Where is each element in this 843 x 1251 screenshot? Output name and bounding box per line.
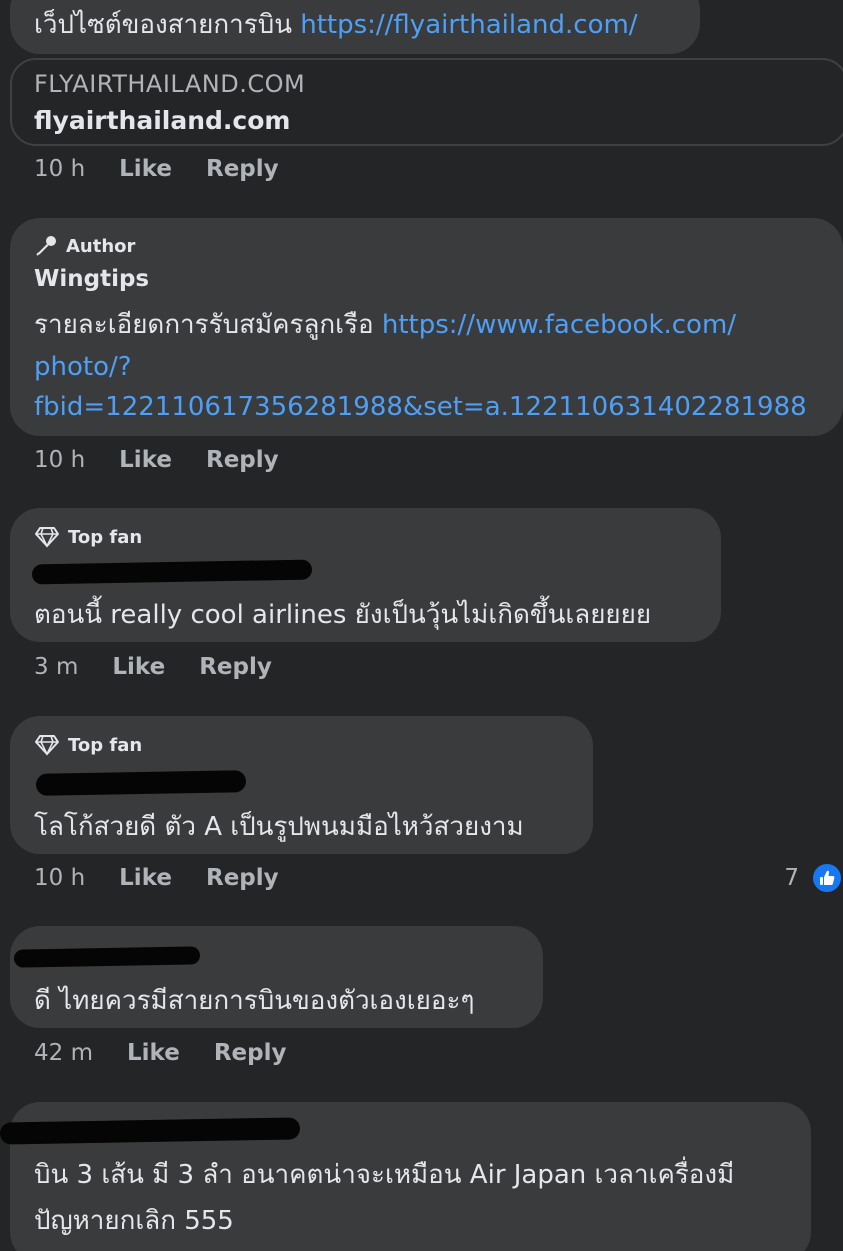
author-badge-label: Author xyxy=(66,235,136,257)
top-fan-badge: Top fan xyxy=(34,734,142,756)
comment-actions: 10 h Like Reply xyxy=(34,447,313,473)
comment-bubble: เว็ปไซต์ของสายการบิน https://flyairthail… xyxy=(10,0,700,54)
comment-text: โลโก้สวยดี ตัว A เป็นรูปพนมมือไหว้สวยงาม xyxy=(34,812,524,842)
reply-button[interactable]: Reply xyxy=(206,865,279,891)
like-button[interactable]: Like xyxy=(119,156,172,182)
top-fan-badge: Top fan xyxy=(34,526,142,548)
comment-bubble: Top fan โลโก้สวยดี ตัว A เป็นรูปพนมมือไห… xyxy=(10,716,593,854)
comment-text-body: เว็ปไซต์ของสายการบิน xyxy=(34,10,292,40)
comment-actions: 3 m Like Reply xyxy=(34,654,306,680)
comment-text: ตอนนี้ really cool airlines ยังเป็นวุ้นไ… xyxy=(34,600,652,630)
redacted-name xyxy=(35,770,247,796)
comment-bubble: ดี ไทยควรมีสายการบินของตัวเองเยอะๆ xyxy=(10,926,543,1028)
comment-link[interactable]: https://www.facebook.com/ xyxy=(382,310,736,340)
author-badge: Author xyxy=(34,234,135,258)
reply-button[interactable]: Reply xyxy=(214,1040,287,1066)
comment-bubble: Author Wingtips รายละเอียดการรับสมัครลูก… xyxy=(10,218,843,436)
comment-text-line-1: บิน 3 เส้น มี 3 ลำ อนาคตน่าจะเหมือน Air … xyxy=(34,1160,735,1190)
comment-timestamp[interactable]: 10 h xyxy=(34,865,85,891)
commenter-name[interactable]: Wingtips xyxy=(34,266,149,292)
comment-timestamp[interactable]: 10 h xyxy=(34,156,85,182)
comment-text: รายละเอียดการรับสมัครลูกเรือ https://www… xyxy=(34,304,736,346)
diamond-icon xyxy=(35,527,59,548)
comment-text: เว็ปไซต์ของสายการบิน https://flyairthail… xyxy=(34,4,638,46)
link-preview-card[interactable]: FLYAIRTHAILAND.COM flyairthailand.com xyxy=(10,58,843,146)
top-fan-label: Top fan xyxy=(68,734,143,756)
link-preview-domain: FLYAIRTHAILAND.COM xyxy=(34,70,306,98)
reply-button[interactable]: Reply xyxy=(206,156,279,182)
thumbs-up-icon xyxy=(811,862,843,894)
comment-timestamp[interactable]: 10 h xyxy=(34,447,85,473)
reply-button[interactable]: Reply xyxy=(199,654,272,680)
reaction-count: 7 xyxy=(784,865,799,891)
comment-timestamp[interactable]: 3 m xyxy=(34,654,78,680)
reaction-summary[interactable]: 7 xyxy=(784,862,843,894)
comment-text: ดี ไทยควรมีสายการบินของตัวเองเยอะๆ xyxy=(34,986,475,1016)
comment-link-line-2[interactable]: photo/? xyxy=(34,346,132,388)
comment-text-body: รายละเอียดการรับสมัครลูกเรือ xyxy=(34,310,374,340)
top-fan-label: Top fan xyxy=(68,526,143,548)
redacted-name xyxy=(13,946,201,968)
comment-text-line-2: ปัญหายกเลิก 555 xyxy=(34,1206,234,1236)
comment-bubble: Top fan ตอนนี้ really cool airlines ยังเ… xyxy=(10,508,721,642)
comment-link-line-3[interactable]: fbid=122110617356281988&set=a.1221106314… xyxy=(34,386,807,428)
microphone-icon xyxy=(36,236,56,256)
comment-actions: 10 h Like Reply xyxy=(34,156,313,182)
like-button[interactable]: Like xyxy=(119,447,172,473)
like-button[interactable]: Like xyxy=(119,865,172,891)
like-button[interactable]: Like xyxy=(112,654,165,680)
comment-link[interactable]: https://flyairthailand.com/ xyxy=(300,10,637,40)
comment-actions: 10 h Like Reply xyxy=(34,865,313,891)
diamond-icon xyxy=(35,735,59,756)
like-button[interactable]: Like xyxy=(127,1040,180,1066)
comment-actions: 42 m Like Reply xyxy=(34,1040,320,1066)
comment-timestamp[interactable]: 42 m xyxy=(34,1040,93,1066)
redacted-name xyxy=(31,559,313,585)
reply-button[interactable]: Reply xyxy=(206,447,279,473)
link-preview-title: flyairthailand.com xyxy=(34,106,291,135)
